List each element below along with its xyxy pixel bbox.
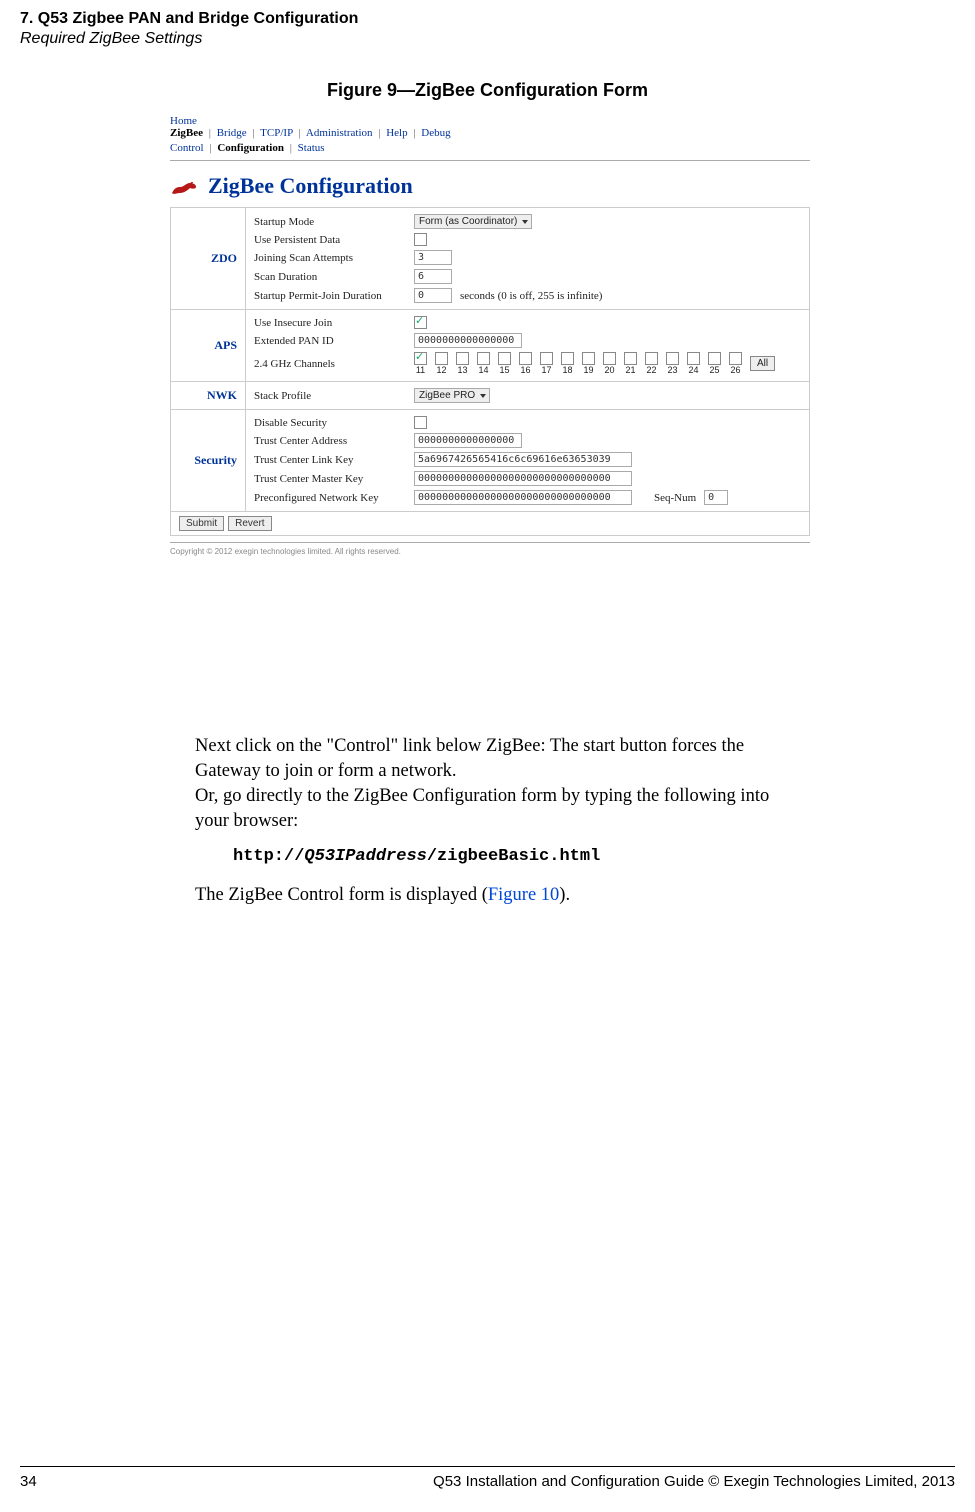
input-tc-link-key[interactable]: 5a6967426565416c6c69616e63653039: [414, 452, 632, 467]
breadcrumb-debug[interactable]: Debug: [421, 127, 450, 139]
label-epid: Extended PAN ID: [254, 335, 414, 347]
breadcrumb-top: Home ZigBee | Bridge | TCP/IP | Administ…: [170, 115, 810, 139]
label-channels: 2.4 GHz Channels: [254, 358, 414, 370]
seqnum-label: Seq-Num: [654, 492, 696, 504]
lizard-icon: [170, 175, 198, 197]
chapter-title: 7. Q53 Zigbee PAN and Bridge Configurati…: [20, 10, 955, 28]
input-tc-address[interactable]: 0000000000000000: [414, 433, 522, 448]
checkbox-insecure-join[interactable]: [414, 316, 427, 329]
body-text: Next click on the "Control" link below Z…: [195, 720, 800, 918]
checkbox-ch-16[interactable]: [519, 352, 532, 365]
checkbox-ch-14[interactable]: [477, 352, 490, 365]
section-nwk: NWK: [171, 382, 246, 410]
section-aps: APS: [171, 310, 246, 382]
channels-group: 11 12 13 14 15 16 17 18 19 20 21 22: [414, 352, 801, 375]
label-disable-security: Disable Security: [254, 417, 414, 429]
paragraph-2: The ZigBee Control form is displayed (Fi…: [195, 883, 800, 908]
page-header: 7. Q53 Zigbee PAN and Bridge Configurati…: [20, 10, 955, 48]
breadcrumb-active-zigbee[interactable]: ZigBee: [170, 127, 203, 139]
checkbox-use-persistent[interactable]: [414, 233, 427, 246]
breadcrumb-tcpip[interactable]: TCP/IP: [260, 127, 293, 139]
checkbox-ch-22[interactable]: [645, 352, 658, 365]
breadcrumb-home[interactable]: Home: [170, 115, 197, 127]
checkbox-ch-20[interactable]: [603, 352, 616, 365]
checkbox-disable-security[interactable]: [414, 416, 427, 429]
checkbox-ch-26[interactable]: [729, 352, 742, 365]
input-seqnum[interactable]: 0: [704, 490, 728, 505]
section-security: Security: [171, 410, 246, 512]
url-line: http://Q53IPaddress/zigbeeBasic.html: [233, 846, 800, 869]
screenshot-figure: Home ZigBee | Bridge | TCP/IP | Administ…: [170, 115, 810, 556]
select-stack-profile[interactable]: ZigBee PRO: [414, 388, 490, 403]
label-pre-nwk-key: Preconfigured Network Key: [254, 492, 414, 504]
label-tc-link-key: Trust Center Link Key: [254, 454, 414, 466]
breadcrumb-sub: Control | Configuration | Status: [170, 142, 810, 154]
input-epid[interactable]: 0000000000000000: [414, 333, 522, 348]
submit-button[interactable]: Submit: [179, 516, 224, 531]
breadcrumb-active-configuration[interactable]: Configuration: [217, 142, 284, 154]
label-tc-master-key: Trust Center Master Key: [254, 473, 414, 485]
permit-join-suffix: seconds (0 is off, 255 is infinite): [460, 290, 602, 302]
page-title: ZigBee Configuration: [208, 173, 413, 199]
label-startup-mode: Startup Mode: [254, 216, 414, 228]
breadcrumb-admin[interactable]: Administration: [306, 127, 373, 139]
page-title-row: ZigBee Configuration: [170, 173, 810, 199]
label-insecure-join: Use Insecure Join: [254, 317, 414, 329]
label-stack-profile: Stack Profile: [254, 390, 414, 402]
checkbox-ch-25[interactable]: [708, 352, 721, 365]
page-number: 34: [20, 1473, 37, 1490]
breadcrumb-help[interactable]: Help: [386, 127, 407, 139]
checkbox-ch-24[interactable]: [687, 352, 700, 365]
label-tc-address: Trust Center Address: [254, 435, 414, 447]
select-startup-mode[interactable]: Form (as Coordinator): [414, 214, 532, 229]
screenshot-copyright: Copyright © 2012 exegin technologies lim…: [170, 542, 810, 556]
page-footer: 34 Q53 Installation and Configuration Gu…: [20, 1466, 955, 1490]
section-zdo: ZDO: [171, 208, 246, 310]
checkbox-ch-19[interactable]: [582, 352, 595, 365]
checkbox-ch-21[interactable]: [624, 352, 637, 365]
breadcrumb-control[interactable]: Control: [170, 142, 204, 154]
input-pre-nwk-key[interactable]: 00000000000000000000000000000000: [414, 490, 632, 505]
checkbox-ch-23[interactable]: [666, 352, 679, 365]
revert-button[interactable]: Revert: [228, 516, 271, 531]
label-permit-join: Startup Permit-Join Duration: [254, 290, 414, 302]
config-table: ZDO Startup Mode Form (as Coordinator) U…: [170, 207, 810, 512]
label-join-scan: Joining Scan Attempts: [254, 252, 414, 264]
figure-caption: Figure 9—ZigBee Configuration Form: [0, 80, 975, 101]
checkbox-ch-15[interactable]: [498, 352, 511, 365]
divider: [170, 160, 810, 161]
paragraph-1: Next click on the "Control" link below Z…: [195, 734, 800, 834]
breadcrumb-status[interactable]: Status: [298, 142, 325, 154]
sub-chapter-title: Required ZigBee Settings: [20, 30, 955, 48]
checkbox-ch-17[interactable]: [540, 352, 553, 365]
checkbox-ch-11[interactable]: [414, 352, 427, 365]
input-permit-join[interactable]: 0: [414, 288, 452, 303]
all-channels-button[interactable]: All: [750, 356, 775, 371]
input-join-scan[interactable]: 3: [414, 250, 452, 265]
checkbox-ch-18[interactable]: [561, 352, 574, 365]
label-use-persistent: Use Persistent Data: [254, 234, 414, 246]
figure-10-link[interactable]: Figure 10: [488, 885, 559, 905]
input-scan-duration[interactable]: 6: [414, 269, 452, 284]
breadcrumb-bridge[interactable]: Bridge: [217, 127, 247, 139]
button-row: Submit Revert: [170, 512, 810, 536]
checkbox-ch-12[interactable]: [435, 352, 448, 365]
input-tc-master-key[interactable]: 00000000000000000000000000000000: [414, 471, 632, 486]
label-scan-duration: Scan Duration: [254, 271, 414, 283]
checkbox-ch-13[interactable]: [456, 352, 469, 365]
footer-text: Q53 Installation and Configuration Guide…: [433, 1473, 955, 1490]
